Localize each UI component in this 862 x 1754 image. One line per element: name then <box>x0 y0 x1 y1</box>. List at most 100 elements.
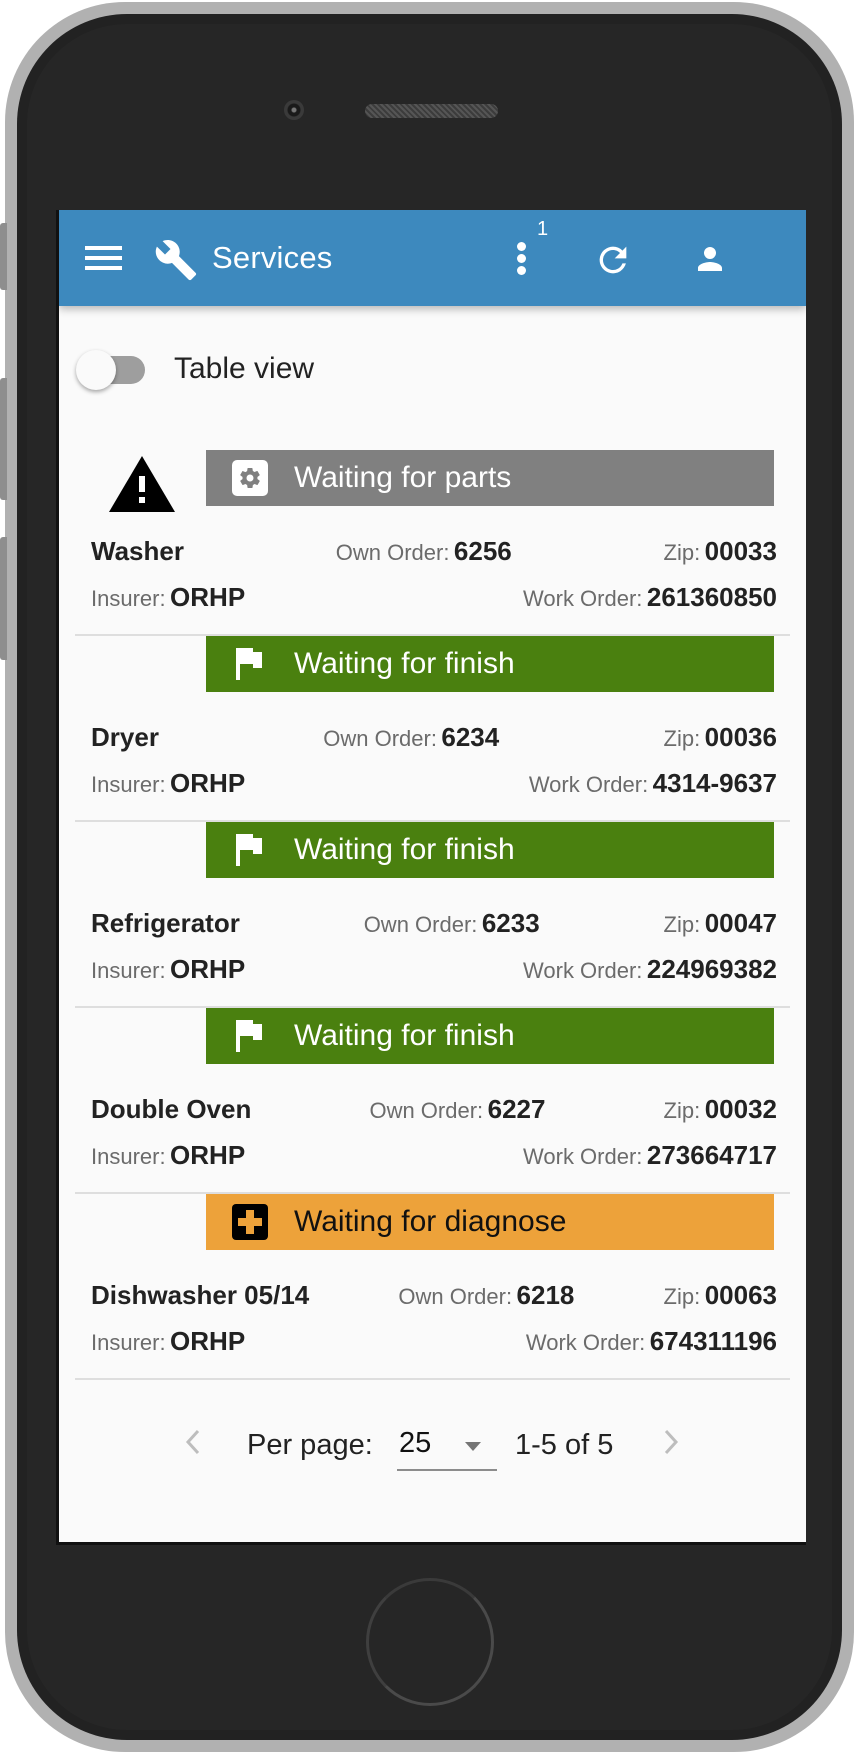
card-row-secondary: Insurer: ORHP Work Order: 261360850 <box>91 582 777 613</box>
app-screen: Services 1 Table view Waiting for parts … <box>56 210 806 1545</box>
previous-page-button[interactable] <box>183 1427 203 1457</box>
insurer: Insurer: ORHP <box>91 954 245 985</box>
warning-icon <box>109 456 175 512</box>
appliance-name: Dishwasher 05/14 <box>91 1280 310 1310</box>
service-card-3[interactable]: Waiting for finish Refrigerator Own Orde… <box>59 822 806 1008</box>
zip-label: Zip: <box>663 1098 701 1123</box>
earpiece-speaker <box>365 104 498 118</box>
zip: Zip: 00063 <box>664 1280 777 1311</box>
status-banner: Waiting for finish <box>206 822 774 878</box>
appliance-name: Refrigerator <box>91 908 240 938</box>
insurer-label: Insurer: <box>91 1330 166 1355</box>
own-order: Own Order: 6218 <box>398 1280 574 1311</box>
status-banner: Waiting for diagnose <box>206 1194 774 1250</box>
flag-icon <box>232 832 268 868</box>
card-row-primary: Dryer Own Order: 6234 Zip: 00036 <box>91 722 777 753</box>
insurer: Insurer: ORHP <box>91 582 245 613</box>
front-camera <box>284 100 304 120</box>
own-order-value: 6218 <box>516 1280 575 1310</box>
app-bar: Services 1 <box>59 210 806 306</box>
work-order-value: 261360850 <box>646 582 777 612</box>
status-banner: Waiting for parts <box>206 450 774 506</box>
more-vertical-icon[interactable] <box>514 242 528 276</box>
wrench-icon <box>155 240 197 281</box>
status-text: Waiting for finish <box>294 647 515 680</box>
table-view-toggle-row: Table view <box>59 340 806 400</box>
insurer: Insurer: ORHP <box>91 1140 245 1171</box>
status-banner: Waiting for finish <box>206 1008 774 1064</box>
zip-label: Zip: <box>663 1284 701 1309</box>
zip: Zip: 00033 <box>664 536 777 567</box>
work-order-label: Work Order: <box>523 958 643 983</box>
volume-up-button <box>0 378 7 500</box>
work-order-value: 674311196 <box>649 1326 777 1356</box>
insurer-value: ORHP <box>170 582 246 612</box>
card-row-secondary: Insurer: ORHP Work Order: 224969382 <box>91 954 777 985</box>
insurer: Insurer: ORHP <box>91 768 245 799</box>
hamburger-menu-icon[interactable] <box>85 246 122 270</box>
refresh-icon[interactable] <box>593 240 633 280</box>
service-card-2[interactable]: Waiting for finish Dryer Own Order: 6234… <box>59 636 806 822</box>
card-row-primary: Refrigerator Own Order: 6233 Zip: 00047 <box>91 908 777 939</box>
per-page-select[interactable]: 25 <box>397 1421 497 1471</box>
zip-label: Zip: <box>663 540 701 565</box>
card-row-secondary: Insurer: ORHP Work Order: 273664717 <box>91 1140 777 1171</box>
table-view-switch[interactable] <box>76 350 116 390</box>
work-order: Work Order: 4314-9637 <box>529 768 777 799</box>
appliance-name: Dryer <box>91 722 159 752</box>
insurer-value: ORHP <box>170 768 246 798</box>
status-text: Waiting for diagnose <box>294 1205 567 1238</box>
divider <box>75 1378 790 1380</box>
own-order: Own Order: 6227 <box>369 1094 545 1125</box>
status-text: Waiting for parts <box>294 461 512 494</box>
zip-label: Zip: <box>663 912 701 937</box>
work-order-label: Work Order: <box>523 586 643 611</box>
insurer-value: ORHP <box>170 1326 246 1356</box>
work-order-label: Work Order: <box>523 1144 643 1169</box>
own-order-label: Own Order: <box>363 912 478 937</box>
work-order: Work Order: 261360850 <box>523 582 777 613</box>
status-text: Waiting for finish <box>294 833 515 866</box>
zip-value: 00033 <box>704 536 777 566</box>
home-button[interactable] <box>366 1578 494 1706</box>
insurer: Insurer: ORHP <box>91 1326 245 1357</box>
own-order-label: Own Order: <box>369 1098 484 1123</box>
own-order: Own Order: 6234 <box>323 722 499 753</box>
status-text: Waiting for finish <box>294 1019 515 1052</box>
work-order-value: 273664717 <box>646 1140 777 1170</box>
zip-label: Zip: <box>663 726 701 751</box>
volume-down-button <box>0 537 7 660</box>
zip-value: 00036 <box>704 722 777 752</box>
insurer-label: Insurer: <box>91 1144 166 1169</box>
card-row-secondary: Insurer: ORHP Work Order: 674311196 <box>91 1326 777 1357</box>
page-range: 1-5 of 5 <box>515 1429 614 1461</box>
appliance-name: Washer <box>91 536 184 566</box>
zip: Zip: 00032 <box>664 1094 777 1125</box>
card-row-primary: Dishwasher 05/14 Own Order: 6218 Zip: 00… <box>91 1280 777 1311</box>
card-row-secondary: Insurer: ORHP Work Order: 4314-9637 <box>91 768 777 799</box>
work-order: Work Order: 674311196 <box>526 1326 777 1357</box>
own-order: Own Order: 6256 <box>336 536 512 567</box>
zip: Zip: 00047 <box>664 908 777 939</box>
own-order-label: Own Order: <box>398 1284 513 1309</box>
insurer-label: Insurer: <box>91 586 166 611</box>
service-card-1[interactable]: Waiting for parts Washer Own Order: 6256… <box>59 450 806 636</box>
own-order-value: 6234 <box>441 722 500 752</box>
own-order-value: 6227 <box>487 1094 546 1124</box>
own-order-label: Own Order: <box>323 726 437 751</box>
service-card-5[interactable]: Waiting for diagnose Dishwasher 05/14 Ow… <box>59 1194 806 1380</box>
insurer-value: ORHP <box>170 1140 246 1170</box>
service-card-4[interactable]: Waiting for finish Double Oven Own Order… <box>59 1008 806 1194</box>
own-order-value: 6233 <box>481 908 540 938</box>
insurer-label: Insurer: <box>91 958 166 983</box>
own-order-label: Own Order: <box>335 540 450 565</box>
own-order-value: 6256 <box>453 536 512 566</box>
work-order: Work Order: 273664717 <box>523 1140 777 1171</box>
status-banner: Waiting for finish <box>206 636 774 692</box>
next-page-button[interactable] <box>661 1427 681 1457</box>
service-list: Waiting for parts Washer Own Order: 6256… <box>59 450 806 1380</box>
work-order-label: Work Order: <box>528 772 649 797</box>
pagination: Per page: 25 1-5 of 5 <box>59 1405 806 1485</box>
person-icon[interactable] <box>692 241 728 277</box>
per-page-label: Per page: <box>247 1429 373 1461</box>
